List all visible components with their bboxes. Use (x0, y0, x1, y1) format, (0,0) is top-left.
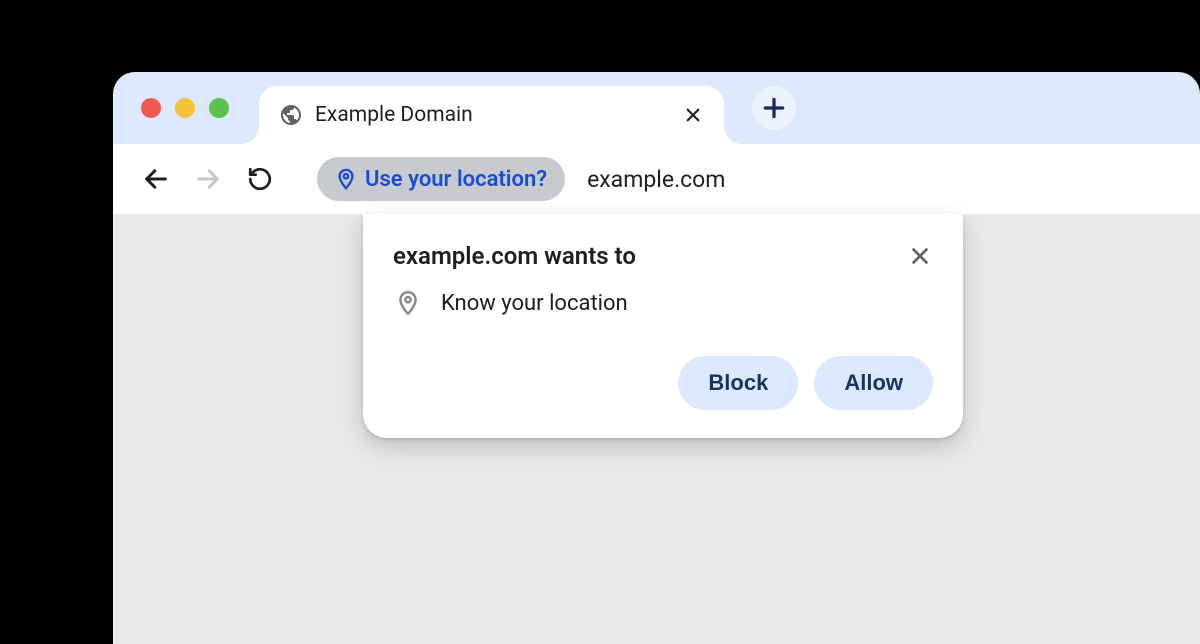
tab-title: Example Domain (315, 103, 670, 127)
forward-button[interactable] (193, 164, 223, 194)
window-close-button[interactable] (141, 98, 161, 118)
globe-icon (279, 103, 303, 127)
dialog-permission-row: Know your location (393, 290, 933, 316)
back-button[interactable] (141, 164, 171, 194)
page-content: example.com wants to Know your location … (113, 214, 1200, 644)
reload-button[interactable] (245, 164, 275, 194)
window-maximize-button[interactable] (209, 98, 229, 118)
dialog-close-button[interactable] (907, 243, 933, 269)
block-button[interactable]: Block (678, 356, 798, 410)
url-text: example.com (587, 166, 725, 193)
browser-window: Example Domain (113, 72, 1200, 644)
toolbar: Use your location? example.com (113, 144, 1200, 214)
window-controls (141, 98, 229, 118)
dialog-header: example.com wants to (393, 242, 933, 270)
permission-description: Know your location (441, 291, 628, 316)
location-permission-chip[interactable]: Use your location? (317, 157, 565, 201)
permission-dialog: example.com wants to Know your location … (363, 214, 963, 438)
tab-close-button[interactable] (682, 104, 704, 126)
chip-label: Use your location? (365, 167, 547, 192)
browser-tab[interactable]: Example Domain (259, 86, 724, 144)
window-minimize-button[interactable] (175, 98, 195, 118)
tab-strip: Example Domain (113, 72, 1200, 144)
address-bar[interactable]: Use your location? example.com (317, 157, 1172, 201)
dialog-actions: Block Allow (393, 356, 933, 410)
allow-button[interactable]: Allow (814, 356, 933, 410)
dialog-title: example.com wants to (393, 242, 636, 270)
location-pin-icon (335, 168, 357, 190)
new-tab-button[interactable] (752, 86, 796, 130)
location-pin-icon (395, 290, 421, 316)
